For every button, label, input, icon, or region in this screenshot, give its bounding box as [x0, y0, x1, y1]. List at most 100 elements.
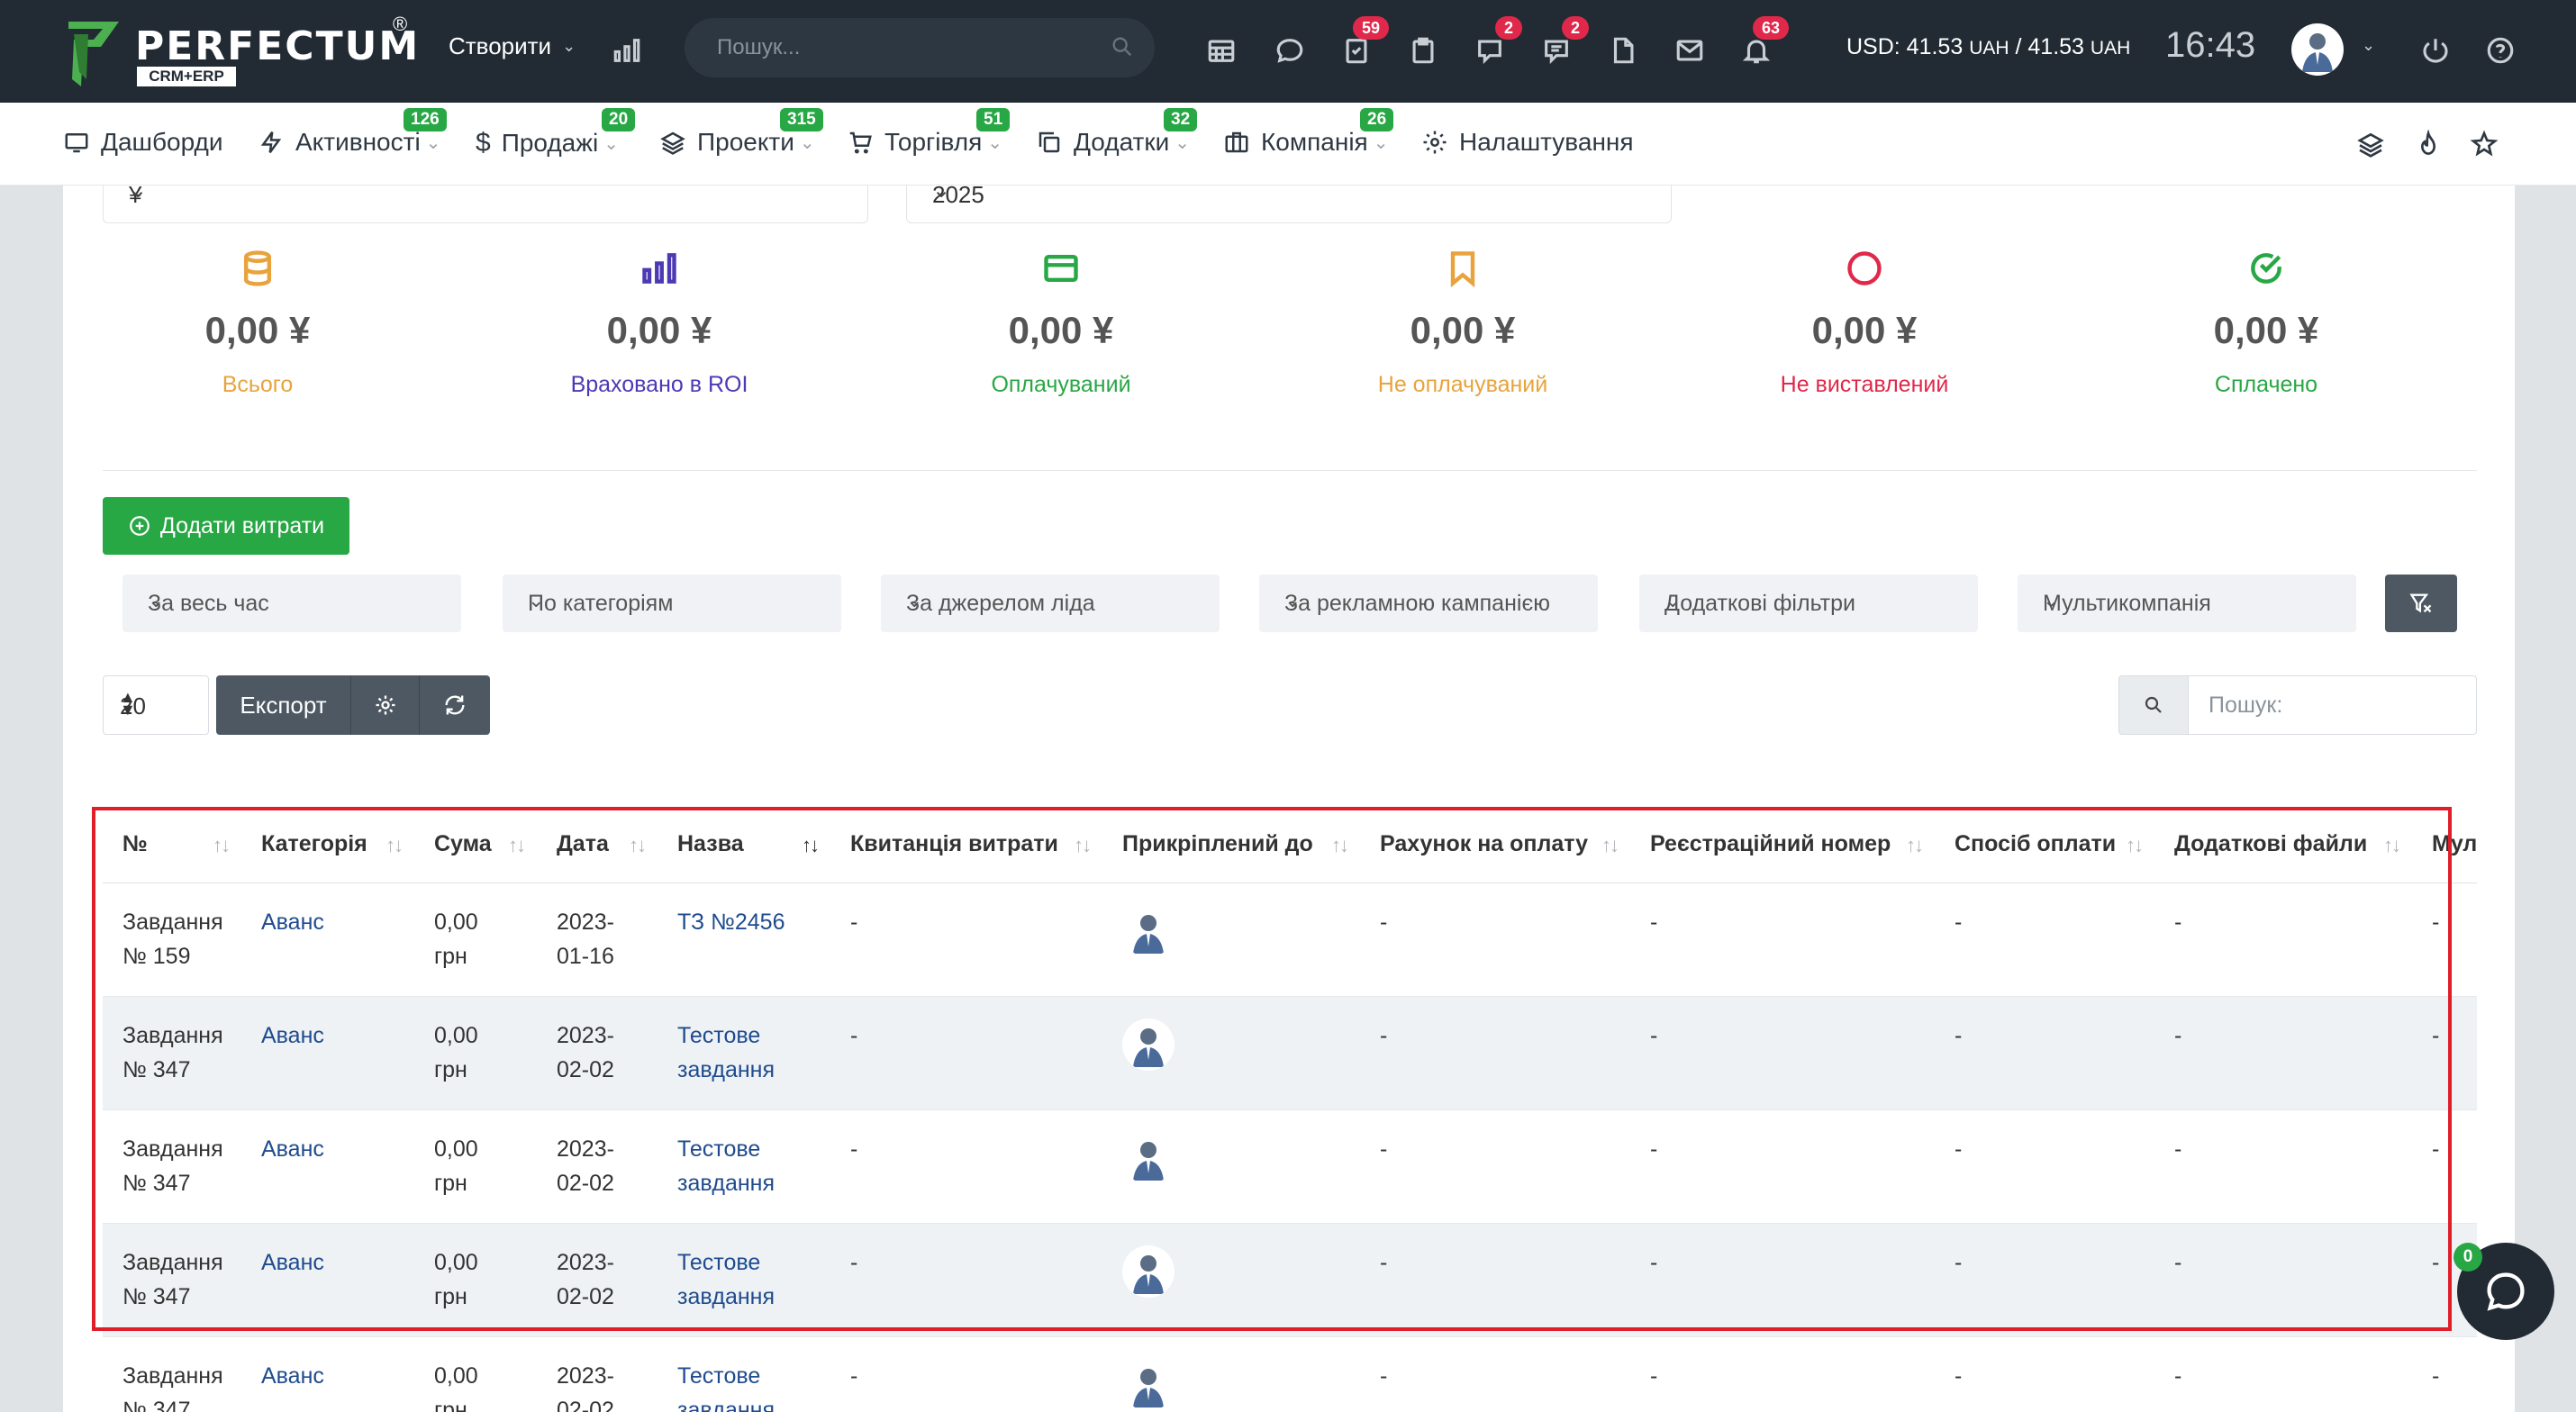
- nav-company[interactable]: Компанія ⌄ 26: [1223, 108, 1394, 157]
- perfectum-logo[interactable]: PERFECTUM ® CRM+ERP: [65, 13, 425, 90]
- nav-settings[interactable]: Налаштування: [1421, 128, 1634, 157]
- page-size-select[interactable]: 20 ▲ ▼: [103, 675, 209, 735]
- filter-category[interactable]: По категоріям ⌄: [503, 575, 841, 632]
- column-header[interactable]: № ↑↓: [103, 807, 241, 883]
- filter-lead-source[interactable]: За джерелом ліда ⌄: [881, 575, 1220, 632]
- search-icon[interactable]: [1110, 34, 1135, 64]
- column-header[interactable]: Назва ↑↓: [658, 807, 830, 883]
- expense-name-link[interactable]: Тестове завдання: [677, 1023, 775, 1082]
- filter-period[interactable]: За весь час ⌄: [122, 575, 461, 632]
- column-header[interactable]: Реєстраційний номер ↑↓: [1630, 807, 1935, 883]
- table-search-input[interactable]: [2189, 675, 2477, 735]
- nav-trade[interactable]: Торгівля ⌄ 51: [847, 108, 1011, 157]
- user-avatar[interactable]: [1122, 1018, 1175, 1071]
- sort-icon[interactable]: ↑↓: [2383, 834, 2401, 857]
- nav-sales[interactable]: $ Продажі ⌄ 20: [476, 108, 636, 158]
- star-icon[interactable]: [2470, 130, 2502, 162]
- expense-name-link[interactable]: Тестове завдання: [677, 1250, 775, 1309]
- category-link[interactable]: Аванс: [261, 1136, 324, 1162]
- cell-files: -: [2154, 1336, 2412, 1412]
- category-link[interactable]: Аванс: [261, 1250, 324, 1275]
- user-menu-chevron-icon[interactable]: ⌄: [2362, 36, 2375, 55]
- global-search[interactable]: [685, 18, 1155, 77]
- chevron-down-icon: ⌄: [932, 186, 951, 203]
- refresh-button[interactable]: [420, 675, 490, 735]
- filter-additional[interactable]: Додаткові фільтри ⌄: [1639, 575, 1978, 632]
- table-row[interactable]: Завдання № 347 Аванс 0,00 грн 2023-02-02 Тес…: [103, 1336, 2477, 1412]
- filter-ad-campaign[interactable]: За рекламною кампанією ⌄: [1259, 575, 1598, 632]
- user-avatar[interactable]: [1122, 904, 1175, 957]
- table-row[interactable]: Завдання № 347 Аванс 0,00 грн 2023-02-02 Тес…: [103, 1223, 2477, 1337]
- table-row[interactable]: Завдання № 347 Аванс 0,00 грн 2023-02-02 Тес…: [103, 1109, 2477, 1224]
- cell-receipt: -: [830, 996, 1102, 1110]
- stat-label: Всього: [222, 372, 294, 397]
- expense-name-link[interactable]: ТЗ №2456: [677, 910, 785, 935]
- sort-icon[interactable]: ↑↓: [1331, 834, 1349, 857]
- clear-filters-button[interactable]: [2385, 575, 2457, 632]
- fire-icon[interactable]: [2414, 129, 2446, 162]
- table-row[interactable]: Завдання № 347 Аванс 0,00 грн 2023-02-02 Тес…: [103, 996, 2477, 1110]
- search-icon[interactable]: [2118, 675, 2189, 735]
- sort-icon[interactable]: ↑↓: [508, 834, 526, 857]
- stat-paid: 0,00 ¥ Оплачуваний: [908, 249, 1214, 398]
- sort-icon[interactable]: ↑↓: [213, 834, 231, 857]
- column-header[interactable]: Категорія ↑↓: [241, 807, 414, 883]
- filter-multicompany[interactable]: Мультикомпанія ⌄: [2018, 575, 2356, 632]
- category-link[interactable]: Аванс: [261, 910, 324, 935]
- add-expense-button[interactable]: Додати витрати: [103, 497, 349, 555]
- messages-icon[interactable]: 2: [1470, 16, 1522, 70]
- create-menu-button[interactable]: Створити ⌄: [449, 32, 576, 60]
- user-avatar[interactable]: [1122, 1358, 1175, 1411]
- sort-icon[interactable]: ↑↓: [629, 834, 647, 857]
- nav-addons[interactable]: Додатки ⌄ 32: [1036, 108, 1198, 157]
- column-header[interactable]: Квитанція витрати ↑↓: [830, 807, 1102, 883]
- currency-select[interactable]: ¥ ⌄: [103, 186, 868, 223]
- help-icon[interactable]: [2481, 31, 2520, 70]
- settings-button[interactable]: [351, 675, 420, 735]
- expense-name-link[interactable]: Тестове завдання: [677, 1136, 775, 1196]
- table-row[interactable]: Завдання № 159 Аванс 0,00 грн 2023-01-16 ТЗ …: [103, 882, 2477, 997]
- chat-icon[interactable]: [1270, 31, 1310, 70]
- bar-chart-icon[interactable]: [607, 31, 647, 70]
- cell-number: Завдання № 347: [103, 1109, 241, 1224]
- user-avatar[interactable]: [2291, 23, 2344, 76]
- calendar-icon[interactable]: [1202, 31, 1241, 70]
- column-header[interactable]: Прикріплений до ↑↓: [1102, 807, 1360, 883]
- sort-icon[interactable]: ↑↓: [1601, 834, 1619, 857]
- plus-circle-icon: [130, 516, 150, 536]
- layers-toggle-icon[interactable]: [2356, 130, 2389, 162]
- expense-name-link[interactable]: Тестове завдання: [677, 1363, 775, 1412]
- column-header[interactable]: Сума ↑↓: [414, 807, 537, 883]
- comments-icon[interactable]: 2: [1537, 16, 1589, 70]
- nav-projects[interactable]: Проекти ⌄ 315: [659, 108, 823, 157]
- nav-activities[interactable]: Активності ⌄ 126: [258, 108, 447, 157]
- column-header[interactable]: Рахунок на оплату ↑↓: [1360, 807, 1630, 883]
- sort-icon[interactable]: ↑↓: [1074, 834, 1092, 857]
- tasks-icon[interactable]: 59: [1337, 16, 1389, 70]
- nav-dashboards[interactable]: Дашборди: [63, 128, 223, 157]
- user-avatar[interactable]: [1122, 1131, 1175, 1184]
- nav-badge: 20: [602, 108, 636, 131]
- clipboard-icon[interactable]: [1403, 31, 1443, 70]
- sort-icon[interactable]: ↑↓: [1906, 834, 1924, 857]
- document-icon[interactable]: [1603, 31, 1643, 70]
- column-header[interactable]: Додаткові файли ↑↓: [2154, 807, 2412, 883]
- sort-active-icon[interactable]: ↑↓: [802, 834, 820, 857]
- chevron-down-icon: ⌄: [799, 132, 815, 153]
- global-search-input[interactable]: [717, 18, 1095, 77]
- year-select[interactable]: 2025 ⌄: [906, 186, 1672, 223]
- power-icon[interactable]: [2416, 31, 2455, 70]
- mail-icon[interactable]: [1670, 31, 1710, 70]
- bell-icon[interactable]: 63: [1737, 16, 1789, 70]
- column-header[interactable]: Дата ↑↓: [537, 807, 658, 883]
- column-header[interactable]: Мультикомпанія: [2412, 807, 2477, 883]
- sort-icon[interactable]: ↑↓: [385, 834, 404, 857]
- cell-receipt: -: [830, 1223, 1102, 1337]
- user-avatar[interactable]: [1122, 1245, 1175, 1298]
- column-header[interactable]: Спосіб оплати ↑↓: [1935, 807, 2154, 883]
- cell-payment-method: -: [1935, 996, 2154, 1110]
- category-link[interactable]: Аванс: [261, 1023, 324, 1048]
- category-link[interactable]: Аванс: [261, 1363, 324, 1389]
- sort-icon[interactable]: ↑↓: [2126, 834, 2144, 857]
- export-button[interactable]: Експорт: [216, 675, 351, 735]
